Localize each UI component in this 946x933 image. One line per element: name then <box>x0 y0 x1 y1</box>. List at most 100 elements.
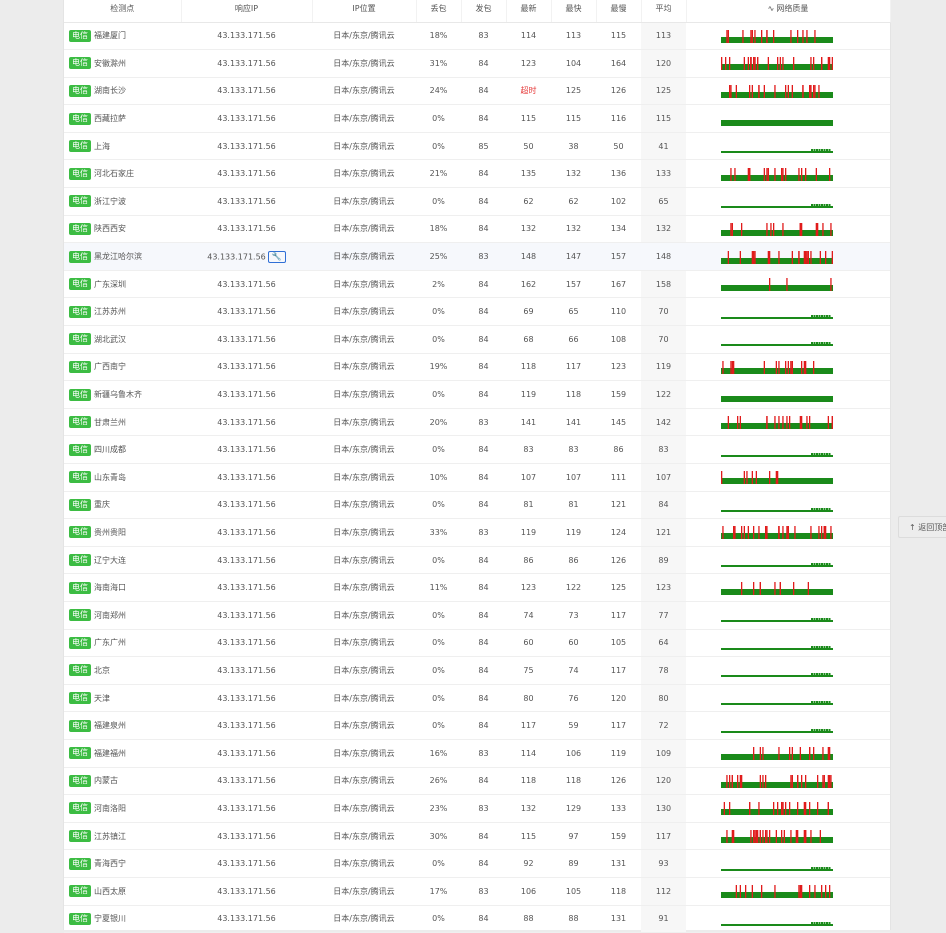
response-ip: 43.133.171.56 <box>217 169 276 179</box>
node-cell: 电信 四川成都 <box>64 435 181 464</box>
table-row[interactable]: 电信 安徽滁州 43.133.171.56 日本/东京/腾讯云 31% 84 123 104 1… <box>64 49 890 78</box>
sent-cell: 83 <box>461 518 506 547</box>
sent-cell: 84 <box>461 711 506 740</box>
table-row[interactable]: 电信 山东青岛 43.133.171.56 日本/东京/腾讯云 10% 84 107 107 1… <box>64 463 890 492</box>
col-header-location[interactable]: IP位置 <box>312 0 417 23</box>
table-row[interactable]: 电信 湖北武汉 43.133.171.56 日本/东京/腾讯云 0% 84 68 66 108 7… <box>64 325 890 354</box>
table-row[interactable]: 电信 西藏拉萨 43.133.171.56 日本/东京/腾讯云 0% 84 115 115 11… <box>64 104 890 133</box>
ip-cell: 43.133.171.56 <box>181 849 312 878</box>
table-row[interactable]: 电信 江苏镇江 43.133.171.56 日本/东京/腾讯云 30% 84 115 97 15… <box>64 822 890 851</box>
table-row[interactable]: 电信 四川成都 43.133.171.56 日本/东京/腾讯云 0% 84 83 83 86 83 <box>64 435 890 464</box>
packet-loss-spike <box>814 885 816 899</box>
back-to-top-button[interactable]: ↑ 返回顶部 <box>898 516 946 538</box>
node-location: 江苏镇江 <box>94 831 126 841</box>
latest-cell: 123 <box>506 573 551 602</box>
quality-bump <box>823 728 826 731</box>
packet-loss-spike <box>722 526 724 540</box>
fastest-cell: 118 <box>551 767 596 796</box>
col-header-ip[interactable]: 响应IP <box>181 0 313 23</box>
col-header-fastest[interactable]: 最快 <box>551 0 597 23</box>
packet-loss-spike <box>761 29 763 43</box>
quality-sparkline <box>721 250 833 264</box>
table-row[interactable]: 电信 山西太原 43.133.171.56 日本/东京/腾讯云 17% 83 106 105 1… <box>64 877 890 906</box>
table-row[interactable]: 电信 海南海口 43.133.171.56 日本/东京/腾讯云 11% 84 123 122 1… <box>64 573 890 602</box>
table-row[interactable]: 电信 河南郑州 43.133.171.56 日本/东京/腾讯云 0% 84 74 73 117 7… <box>64 601 890 630</box>
quality-bump <box>828 701 831 704</box>
table-row[interactable]: 电信 贵州贵阳 43.133.171.56 日本/东京/腾讯云 33% 83 119 119 1… <box>64 518 890 547</box>
table-row[interactable]: 电信 广东深圳 43.133.171.56 日本/东京/腾讯云 2% 84 162 157 16… <box>64 270 890 299</box>
table-row[interactable]: 电信 福建泉州 43.133.171.56 日本/东京/腾讯云 0% 84 117 59 117… <box>64 711 890 740</box>
quality-bump <box>813 645 816 648</box>
sent-cell: 84 <box>461 215 506 244</box>
latest-cell: 80 <box>506 684 551 713</box>
wrench-icon[interactable]: 🔧 <box>267 250 286 263</box>
slowest-cell: 111 <box>596 463 641 492</box>
fastest-cell: 74 <box>551 656 596 685</box>
table-row[interactable]: 电信 福建福州 43.133.171.56 日本/东京/腾讯云 16% 83 114 106 1… <box>64 739 890 768</box>
ip-cell: 43.133.171.56 <box>181 159 312 189</box>
packet-loss-spike <box>798 885 800 899</box>
table-row[interactable]: 电信 重庆 43.133.171.56 日本/东京/腾讯云 0% 84 81 81 121 84 <box>64 491 890 520</box>
table-row[interactable]: 电信 黑龙江哈尔滨 43.133.171.56 🔧 日本/东京/腾讯云 25% 83 148 1… <box>64 242 890 271</box>
col-header-loss[interactable]: 丢包 <box>416 0 462 23</box>
slowest-cell: 117 <box>596 656 641 685</box>
fastest-cell: 89 <box>551 849 596 878</box>
packet-loss-spike <box>798 250 800 264</box>
quality-bump <box>811 452 813 455</box>
quality-cell <box>686 877 890 906</box>
isp-badge: 电信 <box>69 719 91 732</box>
latest-cell: 50 <box>506 132 551 161</box>
col-header-slowest[interactable]: 最慢 <box>596 0 642 23</box>
packet-loss-spike <box>758 526 760 540</box>
col-header-latest[interactable]: 最新 <box>506 0 552 23</box>
table-row[interactable]: 电信 上海 43.133.171.56 日本/东京/腾讯云 0% 85 50 38 50 41 <box>64 132 890 161</box>
quality-bump <box>821 342 823 345</box>
isp-badge: 电信 <box>69 278 91 291</box>
col-header-avg[interactable]: 平均 <box>641 0 687 23</box>
slowest-cell: 102 <box>596 187 641 216</box>
sent-cell: 84 <box>461 380 506 409</box>
response-ip: 43.133.171.56 <box>217 417 276 427</box>
isp-badge: 电信 <box>69 554 91 567</box>
packet-loss-spike <box>758 84 760 98</box>
packet-loss-spike <box>741 222 743 236</box>
col-header-node[interactable]: 检测点 <box>64 0 182 23</box>
table-row[interactable]: 电信 浙江宁波 43.133.171.56 日本/东京/腾讯云 0% 84 62 62 102 6… <box>64 187 890 216</box>
node-cell: 电信 内蒙古 <box>64 767 181 796</box>
latest-cell: 123 <box>506 49 551 78</box>
isp-badge: 电信 <box>69 747 91 760</box>
packet-loss-spike <box>801 222 803 236</box>
packet-loss-spike <box>730 167 732 181</box>
table-row[interactable]: 电信 新疆乌鲁木齐 43.133.171.56 日本/东京/腾讯云 0% 84 119 118… <box>64 380 890 409</box>
table-body: 电信 福建厦门 43.133.171.56 日本/东京/腾讯云 18% 83 114 113 1… <box>64 22 890 933</box>
quality-cell <box>686 684 890 713</box>
table-row[interactable]: 电信 宁夏银川 43.133.171.56 日本/东京/腾讯云 0% 84 88 88 131 9… <box>64 905 890 933</box>
table-row[interactable]: 电信 北京 43.133.171.56 日本/东京/腾讯云 0% 84 75 74 117 78 <box>64 656 890 685</box>
table-row[interactable]: 电信 天津 43.133.171.56 日本/东京/腾讯云 0% 84 80 76 120 80 <box>64 684 890 713</box>
packet-loss-spike <box>782 416 784 430</box>
table-row[interactable]: 电信 河南洛阳 43.133.171.56 日本/东京/腾讯云 23% 83 132 129 1… <box>64 794 890 823</box>
packet-loss-spike <box>745 885 747 899</box>
table-row[interactable]: 电信 青海西宁 43.133.171.56 日本/东京/腾讯云 0% 84 92 89 131 9… <box>64 849 890 878</box>
table-row[interactable]: 电信 甘肃兰州 43.133.171.56 日本/东京/腾讯云 20% 83 141 141 1… <box>64 408 890 437</box>
table-row[interactable]: 电信 湖南长沙 43.133.171.56 日本/东京/腾讯云 24% 84 超时 125 12… <box>64 77 890 106</box>
table-row[interactable]: 电信 陕西西安 43.133.171.56 日本/东京/腾讯云 18% 84 132 132 1… <box>64 215 890 244</box>
packet-loss-spike <box>781 167 783 181</box>
table-row[interactable]: 电信 广西南宁 43.133.171.56 日本/东京/腾讯云 19% 84 118 117 1… <box>64 353 890 382</box>
quality-cell <box>686 491 890 520</box>
loss-cell: 21% <box>416 159 461 189</box>
latest-cell: 132 <box>506 794 551 823</box>
col-header-quality[interactable]: ∿ 网络质量 <box>686 0 891 23</box>
isp-badge: 电信 <box>69 471 91 484</box>
table-row[interactable]: 电信 辽宁大连 43.133.171.56 日本/东京/腾讯云 0% 84 86 86 126 8… <box>64 546 890 575</box>
table-row[interactable]: 电信 内蒙古 43.133.171.56 日本/东京/腾讯云 26% 84 118 118 12… <box>64 767 890 796</box>
table-row[interactable]: 电信 河北石家庄 43.133.171.56 日本/东京/腾讯云 21% 84 135 132… <box>64 159 890 189</box>
ip-cell: 43.133.171.56 <box>181 518 312 547</box>
quality-bump <box>828 921 831 924</box>
table-row[interactable]: 电信 江苏苏州 43.133.171.56 日本/东京/腾讯云 0% 84 69 65 110 7… <box>64 297 890 327</box>
table-row[interactable]: 电信 福建厦门 43.133.171.56 日本/东京/腾讯云 18% 83 114 113 1… <box>64 22 890 51</box>
quality-sparkline <box>721 167 833 181</box>
col-header-sent[interactable]: 发包 <box>461 0 507 23</box>
table-row[interactable]: 电信 广东广州 43.133.171.56 日本/东京/腾讯云 0% 84 60 60 105 6… <box>64 629 890 658</box>
node-location: 江苏苏州 <box>94 307 126 317</box>
